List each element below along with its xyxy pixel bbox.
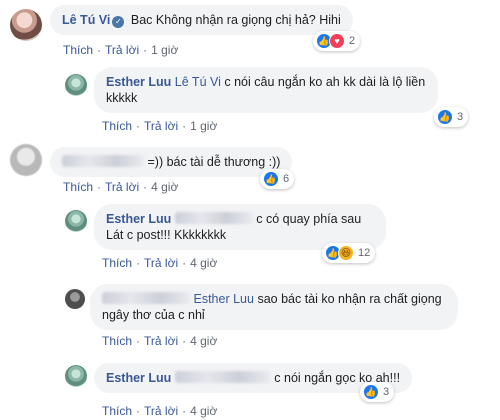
reply-button[interactable]: Trả lời (105, 180, 139, 194)
comment-text-line2: ngây thơ của c nhỉ (102, 308, 205, 322)
comment-text-line2: Lát c post!!! Kkkkkkkk (106, 228, 227, 242)
comment-text: sao bác tài ko nhận ra chất giọng (257, 292, 442, 306)
avatar[interactable] (65, 365, 87, 387)
comment-text-line2: kkkkk (106, 91, 138, 105)
avatar[interactable] (65, 210, 87, 232)
reaction-count: 2 (349, 35, 356, 47)
comment-text: Bac Không nhận ra giọng chị hả? Hihi (130, 13, 341, 27)
comment-actions: Thích · Trả lời · 1 giờ (63, 43, 179, 57)
timestamp[interactable]: 4 giờ (190, 334, 217, 348)
reply-button[interactable]: Trả lời (144, 334, 178, 348)
like-button[interactable]: Thích (102, 256, 132, 270)
like-button[interactable]: Thích (63, 180, 93, 194)
comment-actions: Thích · Trả lời · 4 giờ (102, 334, 218, 348)
reaction-summary[interactable]: 👍 3 (360, 382, 395, 402)
like-button[interactable]: Thích (102, 404, 132, 418)
reply-button[interactable]: Trả lời (144, 119, 178, 133)
reaction-count: 3 (457, 111, 464, 123)
redacted-author-name (102, 292, 190, 304)
comment-actions: Thích · Trả lời · 4 giờ (63, 180, 179, 194)
avatar[interactable] (65, 74, 87, 96)
redacted-author-name (62, 155, 144, 167)
haha-reaction-icon: 😆 (338, 245, 354, 261)
comment-text: c nói câu ngắn ko ah kk dài là lộ liền (224, 75, 426, 89)
author-name[interactable]: Esther Luu (106, 371, 171, 385)
like-reaction-icon: 👍 (437, 109, 453, 125)
reaction-summary[interactable]: 👍 3 (434, 107, 469, 127)
reaction-summary[interactable]: 👍 6 (260, 169, 295, 189)
author-name[interactable]: Esther Luu (106, 212, 171, 226)
timestamp[interactable]: 1 giờ (151, 43, 178, 57)
comment-bubble: Esther Luu Lê Tú Vi c nói câu ngắn ko ah… (94, 67, 438, 113)
verified-badge-icon: ✓ (112, 16, 125, 28)
author-name[interactable]: Lê Tú Vi (62, 13, 110, 27)
like-button[interactable]: Thích (63, 43, 93, 57)
like-reaction-icon: 👍 (263, 171, 279, 187)
reaction-count: 12 (358, 247, 371, 259)
timestamp[interactable]: 4 giờ (190, 404, 217, 418)
comment-text: =)) bác tài dễ thương :)) (147, 155, 281, 169)
redacted-mention (174, 212, 253, 224)
like-button[interactable]: Thích (102, 119, 132, 133)
like-button[interactable]: Thích (102, 334, 132, 348)
reaction-count: 6 (283, 173, 290, 185)
comment-actions: Thích · Trả lời · 1 giờ (102, 119, 218, 133)
avatar[interactable] (65, 289, 85, 309)
comment-bubble: Esther Luu sao bác tài ko nhận ra chất g… (90, 284, 458, 330)
reaction-count: 3 (383, 386, 390, 398)
reaction-summary[interactable]: 👍 ♥ 2 (313, 31, 361, 51)
love-reaction-icon: ♥ (329, 33, 345, 49)
comment-text: c có quay phía sau (256, 212, 362, 226)
author-name[interactable]: Esther Luu (106, 75, 171, 89)
avatar[interactable] (10, 9, 42, 41)
reaction-summary[interactable]: 👍 😆 12 (322, 243, 376, 263)
like-reaction-icon: 👍 (363, 384, 379, 400)
avatar[interactable] (10, 144, 42, 176)
redacted-mention (174, 371, 271, 383)
reply-button[interactable]: Trả lời (105, 43, 139, 57)
comment-actions: Thích · Trả lời · 4 giờ (102, 256, 218, 270)
mention-tag[interactable]: Esther Luu (193, 292, 253, 306)
mention-tag[interactable]: Lê Tú Vi (175, 75, 221, 89)
reply-button[interactable]: Trả lời (144, 256, 178, 270)
comment-bubble: =)) bác tài dễ thương :)) (50, 147, 293, 177)
timestamp[interactable]: 4 giờ (190, 256, 217, 270)
timestamp[interactable]: 1 giờ (190, 119, 217, 133)
comment-actions: Thích · Trả lời · 4 giờ (102, 404, 218, 418)
reply-button[interactable]: Trả lời (144, 404, 178, 418)
comment-bubble: Lê Tú Vi ✓ Bac Không nhận ra giọng chị hả… (50, 5, 353, 35)
timestamp[interactable]: 4 giờ (151, 180, 178, 194)
